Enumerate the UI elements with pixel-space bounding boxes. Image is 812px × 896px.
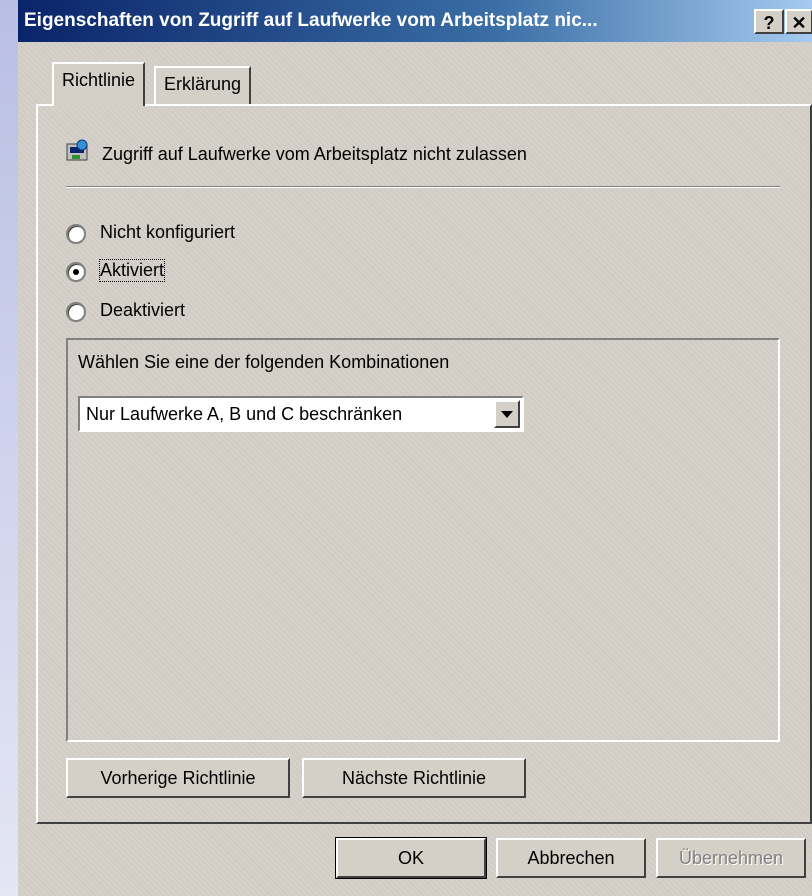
help-button[interactable]: ? [754,9,784,34]
apply-button[interactable]: Übernehmen [656,838,806,878]
radio-nicht-konfiguriert[interactable] [66,224,86,244]
radio-label-nicht-konfiguriert[interactable]: Nicht konfiguriert [100,222,235,243]
tab-richtlinie[interactable]: Richtlinie [52,62,146,106]
policy-title: Zugriff auf Laufwerke vom Arbeitsplatz n… [102,144,527,164]
radio-deaktiviert[interactable] [66,302,86,322]
chevron-down-icon [501,411,513,418]
close-button[interactable]: ✕ [785,9,812,34]
radio-label-aktiviert[interactable]: Aktiviert [98,259,166,282]
combination-select-value: Nur Laufwerke A, B und C beschränken [86,404,403,424]
combination-label: Wählen Sie eine der folgenden Kombinatio… [78,352,450,372]
title-bar[interactable]: Eigenschaften von Zugriff auf Laufwerke … [18,0,812,42]
cancel-button[interactable]: Abbrechen [496,838,646,878]
ok-button[interactable]: OK [335,837,487,879]
combination-select[interactable]: Nur Laufwerke A, B und C beschränken [78,396,524,432]
background-strip [0,0,18,896]
separator [66,186,780,188]
radio-aktiviert[interactable] [66,262,86,282]
dropdown-button[interactable] [494,400,520,428]
previous-policy-button[interactable]: Vorherige Richtlinie [66,758,290,798]
window-title: Eigenschaften von Zugriff auf Laufwerke … [24,10,598,31]
tab-erklaerung[interactable]: Erklärung [154,66,252,104]
radio-selected-dot [73,269,79,275]
next-policy-button[interactable]: Nächste Richtlinie [302,758,526,798]
policy-settings-icon [66,139,88,161]
properties-dialog: Eigenschaften von Zugriff auf Laufwerke … [18,0,812,896]
radio-label-deaktiviert[interactable]: Deaktiviert [100,300,185,321]
